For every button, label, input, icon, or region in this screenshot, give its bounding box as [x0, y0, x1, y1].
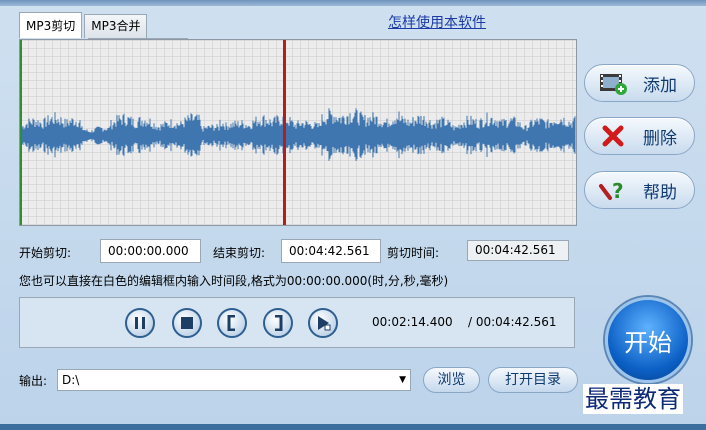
playback-controls: 00:02:14.400 / 00:04:42.561: [19, 297, 575, 348]
output-path-select[interactable]: D:\ ▼: [57, 369, 411, 391]
watermark-logo: 最需教育: [583, 384, 683, 414]
total-time: / 00:04:42.561: [468, 315, 557, 329]
output-path-value: D:\: [62, 373, 80, 387]
delete-button[interactable]: 删除: [584, 117, 695, 155]
end-cut-field[interactable]: 00:04:42.561: [281, 239, 381, 263]
selection-start-marker[interactable]: [20, 40, 22, 225]
right-bracket-icon: [275, 315, 283, 331]
add-button[interactable]: 添加: [584, 64, 695, 102]
dropdown-arrow-icon[interactable]: ▼: [399, 370, 406, 390]
end-cut-label: 结束剪切:: [213, 246, 266, 260]
play-icon: [318, 316, 331, 331]
playhead-marker[interactable]: [283, 40, 286, 225]
stop-button[interactable]: [172, 308, 202, 338]
start-cut-label: 开始剪切:: [19, 246, 72, 260]
help-button-label: 帮助: [643, 182, 677, 203]
start-button-label: 开始: [624, 328, 672, 357]
pause-icon: [135, 317, 145, 329]
cut-duration-label: 剪切时间:: [387, 246, 440, 260]
svg-text:?: ?: [612, 179, 624, 202]
window-title-strip: [0, 0, 706, 6]
add-button-label: 添加: [643, 75, 677, 96]
window-bottom-edge: [0, 424, 706, 430]
stop-icon: [181, 317, 193, 329]
delete-button-label: 删除: [643, 128, 677, 149]
waveform-panel[interactable]: [19, 39, 577, 226]
help-question-icon: ?: [597, 176, 629, 204]
set-start-button[interactable]: [217, 308, 247, 338]
how-to-use-link[interactable]: 怎样使用本软件: [388, 12, 486, 32]
time-format-hint: 您也可以直接在白色的编辑框内输入时间段,格式为00:00:00.000(时,分,…: [19, 274, 449, 288]
open-directory-button[interactable]: 打开目录: [488, 367, 578, 393]
output-label: 输出:: [19, 374, 48, 388]
tab-mp3-merge[interactable]: MP3合并: [84, 14, 148, 38]
current-time: 00:02:14.400: [372, 315, 453, 329]
play-selection-button[interactable]: [308, 308, 338, 338]
tab-mp3-cut[interactable]: MP3剪切: [19, 12, 83, 38]
set-end-button[interactable]: [263, 308, 293, 338]
browse-button[interactable]: 浏览: [423, 367, 480, 393]
waveform-graph[interactable]: [20, 40, 576, 225]
pause-button[interactable]: [125, 308, 155, 338]
start-cut-field[interactable]: 00:00:00.000: [100, 239, 201, 263]
left-bracket-icon: [227, 315, 235, 331]
help-button[interactable]: ? 帮助: [584, 171, 695, 209]
start-button[interactable]: 开始: [605, 297, 691, 383]
delete-x-icon: [597, 122, 629, 150]
tab-bar: MP3剪切 MP3合并: [19, 12, 149, 40]
cut-duration-field: 00:04:42.561: [467, 240, 569, 261]
film-add-icon: [597, 69, 629, 97]
